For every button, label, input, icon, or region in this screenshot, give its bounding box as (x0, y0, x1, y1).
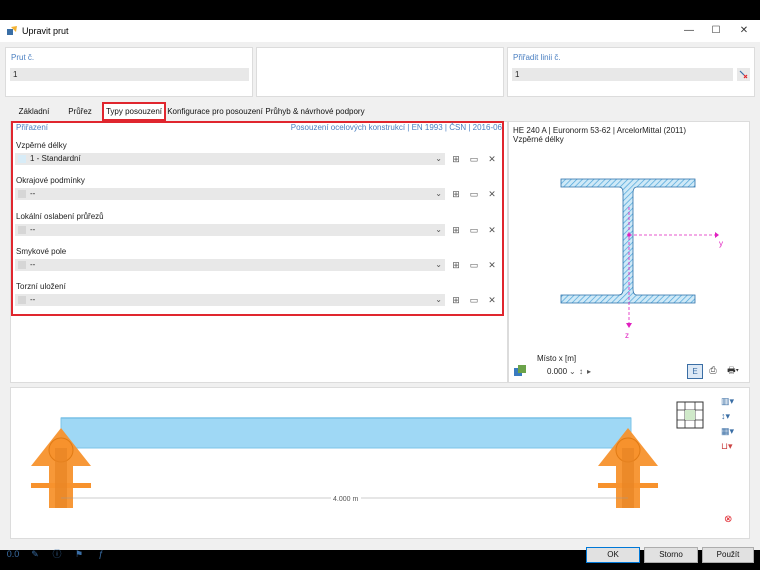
boundary-conditions-select[interactable]: -- ⌄ (15, 188, 445, 200)
window-title: Upravit prut (22, 26, 69, 36)
new-item-icon[interactable]: ⊞ (449, 294, 463, 306)
new-item-icon[interactable]: ⊞ (449, 259, 463, 271)
tab-section[interactable]: Průřez (60, 104, 100, 119)
chevron-down-icon: ⌄ (435, 225, 442, 234)
length-dimension-label: 4.000 m (333, 496, 358, 503)
member-drawing: 4.000 m (31, 417, 658, 508)
section-subtitle: Vzpěrné délky (513, 135, 564, 144)
stepper-icon[interactable]: ↕ (579, 366, 583, 378)
color-swatch (18, 226, 26, 234)
edit-icon[interactable]: ✎ (28, 547, 42, 561)
dimension-icon[interactable]: ⊔▾ (721, 441, 745, 453)
delete-item-icon[interactable]: ✕ (485, 224, 499, 236)
design-standard-label: Posouzení ocelových konstrukcí | EN 1993… (290, 123, 502, 132)
title-bar: Upravit prut — ☐ ✕ (0, 20, 760, 42)
chevron-down-icon: ⌄ (435, 154, 442, 163)
tab-design-configuration[interactable]: Konfigurace pro posouzení (167, 104, 263, 119)
member-preview-panel: 4.000 m ▥▾ ↕▾ ▦▾ ⊔▾ ⊗ (10, 387, 750, 539)
new-item-icon[interactable]: ⊞ (449, 188, 463, 200)
info-icon[interactable]: ⓘ (50, 547, 64, 561)
shear-panel-select[interactable]: -- ⌄ (15, 259, 445, 271)
apply-button[interactable]: Použít (702, 547, 754, 563)
section-reduction-select[interactable]: -- ⌄ (15, 224, 445, 236)
maximize-button[interactable]: ☐ (703, 23, 729, 39)
chevron-down-icon: ⌄ (435, 189, 442, 198)
cancel-button[interactable]: Storno (644, 547, 698, 563)
header-empty-box (256, 47, 504, 97)
color-swatch (18, 155, 26, 163)
location-spinner[interactable]: 0.000 ⌄ ↕ ▸ (537, 366, 605, 378)
shear-panel-label: Smykové pole (16, 247, 67, 256)
chevron-down-icon: ⌄ (435, 295, 442, 304)
edit-item-icon[interactable]: ▭ (467, 224, 481, 236)
assign-line-box: Přiřadit linii č. 1 (507, 47, 755, 97)
model-view-icon[interactable] (513, 364, 527, 378)
section-preview-panel: HE 240 A | Euronorm 53-62 | ArcelorMitta… (508, 121, 750, 383)
arrow-right-icon[interactable]: ▸ (587, 366, 591, 378)
location-label: Místo x [m] (537, 354, 577, 363)
member-number-label: Prut č. (11, 53, 35, 62)
section-properties-icon[interactable]: E (687, 364, 703, 379)
delete-item-icon[interactable]: ✕ (485, 153, 499, 165)
ok-button[interactable]: OK (586, 547, 640, 563)
chevron-down-icon: ⌄ (569, 367, 576, 376)
edit-item-icon[interactable]: ▭ (467, 294, 481, 306)
color-swatch (18, 190, 26, 198)
formula-icon[interactable]: ƒ (94, 547, 108, 561)
torsional-restraint-select[interactable]: -- ⌄ (15, 294, 445, 306)
edit-item-icon[interactable]: ▭ (467, 259, 481, 271)
tab-design-types[interactable]: Typy posouzení (102, 102, 166, 121)
assignment-title: Přiřazení (16, 123, 49, 132)
minimize-button[interactable]: — (676, 23, 702, 39)
section-title: HE 240 A | Euronorm 53-62 | ArcelorMitta… (513, 126, 686, 135)
new-item-icon[interactable]: ⊞ (449, 153, 463, 165)
app-icon (7, 26, 17, 35)
axes-icon[interactable]: ↕▾ (721, 411, 745, 423)
edit-item-icon[interactable]: ▭ (467, 188, 481, 200)
i-section-drawing: y z (560, 178, 723, 340)
assign-line-label: Přiřadit linii č. (513, 53, 561, 62)
pick-line-icon[interactable] (737, 68, 750, 81)
close-button[interactable]: ✕ (731, 23, 757, 39)
color-swatch (18, 296, 26, 304)
member-number-field[interactable]: 1 (10, 68, 249, 81)
render-mode-icon[interactable]: ▦▾ (721, 426, 745, 438)
print-preview-icon[interactable]: ⎙ (706, 364, 720, 377)
new-item-icon[interactable]: ⊞ (449, 224, 463, 236)
edit-item-icon[interactable]: ▭ (467, 153, 481, 165)
buckling-lengths-select[interactable]: 1 - Standardní ⌄ (15, 153, 445, 165)
edit-member-dialog: Upravit prut — ☐ ✕ Prut č. 1 Přiřadit li… (0, 20, 760, 563)
buckling-lengths-label: Vzpěrné délky (16, 141, 67, 150)
color-swatch (18, 261, 26, 269)
print-menu-icon[interactable]: 🖶▾ (723, 364, 743, 377)
tab-basic[interactable]: Základní údaje (10, 104, 58, 131)
units-icon[interactable]: 0.0 (6, 547, 20, 561)
chevron-down-icon: ⌄ (435, 260, 442, 269)
torsional-restraint-label: Torzní uložení (16, 282, 66, 291)
z-axis-label: z (625, 331, 629, 340)
delete-item-icon[interactable]: ✕ (485, 188, 499, 200)
delete-item-icon[interactable]: ✕ (485, 294, 499, 306)
section-reduction-label: Lokální oslabení průřezů (16, 212, 104, 221)
y-axis-label: y (719, 239, 723, 248)
tab-deflection-supports[interactable]: Průhyb & návrhové podpory (265, 104, 365, 119)
display-options-icon[interactable]: ▥▾ (721, 396, 745, 408)
member-number-box: Prut č. 1 (5, 47, 253, 97)
filter-icon[interactable]: ⚑ (72, 547, 86, 561)
reset-view-icon[interactable]: ⊗ (724, 514, 738, 528)
assign-line-field[interactable]: 1 (512, 68, 733, 81)
view-cube-icon[interactable] (675, 400, 705, 430)
delete-item-icon[interactable]: ✕ (485, 259, 499, 271)
boundary-conditions-label: Okrajové podmínky (16, 176, 85, 185)
